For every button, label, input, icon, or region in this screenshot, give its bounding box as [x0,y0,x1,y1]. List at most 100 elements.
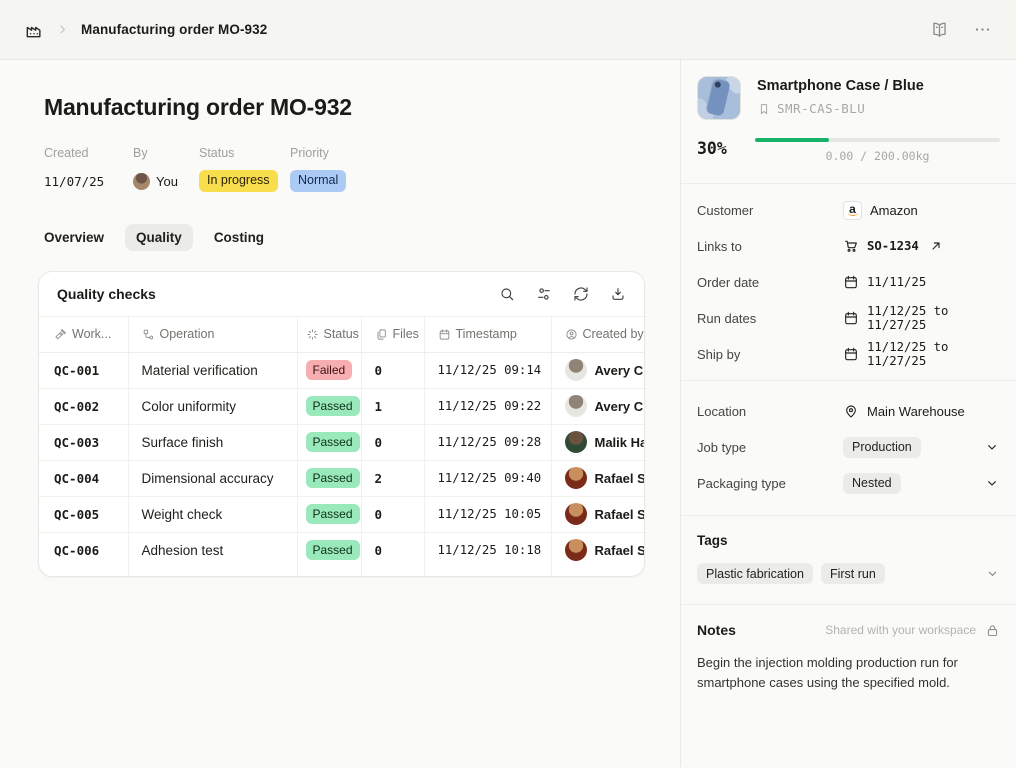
created-by-cell: Avery Che [551,352,644,388]
chevron-down-icon[interactable] [985,566,1000,581]
tab-overview[interactable]: Overview [44,224,104,251]
col-operation[interactable]: Operation [128,317,298,353]
timestamp-cell: 11/12/25 09:14 [424,352,552,388]
progress-bar [755,138,1000,142]
hammer-icon [54,328,67,341]
col-created-by[interactable]: Created by [551,317,644,353]
status-cell: Passed [297,531,362,568]
timestamp-cell: 11/12/25 09:40 [424,459,552,496]
table-row[interactable]: QC-002 Color uniformity Passed 1 11/12/2… [39,387,644,424]
field-job-type: Job type Production [697,429,1000,465]
calendar-icon [438,328,451,341]
meta-label: Created [44,146,89,160]
meta-label: Status [199,146,235,160]
qc-id-cell: QC-006 [39,531,129,568]
chevron-down-icon[interactable] [984,475,1000,491]
field-packaging-type: Packaging type Nested [697,465,1000,501]
topbar: Manufacturing order MO-932 [0,0,1016,60]
order-date-value: 11/11/25 [867,275,927,289]
product-image[interactable] [697,76,741,120]
table-footer-spacer [39,568,644,576]
links-to-value: SO-1234 [867,239,919,253]
files-icon [375,328,388,341]
download-icon[interactable] [610,286,626,302]
chevron-down-icon[interactable] [984,439,1000,455]
progress-percent: 30% [697,139,727,158]
meta-created: Created 11/07/25 [44,146,133,192]
cart-icon [843,238,859,254]
qc-id-cell: QC-005 [39,495,129,532]
avatar [564,503,587,525]
status-cell: Passed [297,387,362,424]
field-links-to: Links to SO-1234 [697,228,1000,264]
card-header: Quality checks [39,272,644,317]
card-title: Quality checks [57,286,156,302]
view-settings-icon[interactable] [536,286,552,302]
factory-icon[interactable] [24,20,44,40]
col-status[interactable]: Status [297,317,362,353]
operation-cell: Adhesion test [128,531,298,568]
status-badge: Passed [305,540,360,561]
table-header-row: Work... Operation Status Files Timestamp… [39,317,644,353]
search-icon[interactable] [499,286,515,302]
docs-book-icon[interactable] [930,20,949,39]
packaging-type-select[interactable]: Nested [843,472,901,494]
files-cell: 0 [361,352,425,388]
lock-icon [985,623,1000,638]
progress-caption: 0.00 / 200.00kg [825,149,930,163]
loader-icon [306,328,319,341]
progress-section: 30% 0.00 / 200.00kg [697,138,1000,163]
status-cell: Passed [297,495,362,532]
page-title: Manufacturing order MO-932 [44,94,352,120]
table-row[interactable]: QC-004 Dimensional accuracy Passed 2 11/… [39,459,644,496]
status-badge: Passed [305,468,360,488]
more-menu-icon[interactable] [973,20,992,39]
notes-section: Notes Shared with your workspace Begin t… [681,604,1016,709]
table-row[interactable]: QC-005 Weight check Passed 0 11/12/25 10… [39,495,644,532]
field-ship-by: Ship by 11/12/25 to 11/27/25 [697,336,1000,372]
operation-cell: Weight check [128,495,298,532]
product-name: Smartphone Case / Blue [757,78,924,94]
qc-id-cell: QC-003 [39,423,129,460]
tab-quality[interactable]: Quality [125,224,193,251]
col-workstation[interactable]: Work... [39,317,129,353]
timestamp-cell: 11/12/25 10:18 [424,531,552,568]
chevron-right-icon [55,22,70,37]
table-row[interactable]: QC-006 Adhesion test Passed 0 11/12/25 1… [39,531,644,568]
table-row[interactable]: QC-001 Material verification Failed 0 11… [39,352,644,388]
meta-by: By You [133,146,199,192]
notes-body[interactable]: Begin the injection molding production r… [697,653,1000,692]
status-cell: Passed [297,459,362,496]
created-by-cell: Rafael Sa [551,459,644,496]
operation-cell: Surface finish [128,423,298,460]
files-cell: 2 [361,459,425,496]
notes-title: Notes [697,622,736,638]
run-dates-value: 11/12/25 to 11/27/25 [867,304,949,332]
logistics-fields-section: Location Main Warehouse Job type Product… [681,380,1016,515]
qc-id-cell: QC-001 [39,352,129,388]
ship-by-value: 11/12/25 to 11/27/25 [867,340,949,368]
progress-fill [755,138,829,142]
order-fields-section: Customer a Amazon Links to SO-1234 Order… [681,183,1016,380]
tag-pill[interactable]: Plastic fabrication [697,563,813,584]
avatar [564,431,587,453]
side-panel: Smartphone Case / Blue SMR-CAS-BLU 30% 0… [680,60,1016,767]
field-location: Location Main Warehouse [697,403,965,419]
operation-cell: Material verification [128,352,298,388]
job-type-select[interactable]: Production [843,436,921,458]
person-circle-icon [565,328,578,341]
table-row[interactable]: QC-003 Surface finish Passed 0 11/12/25 … [39,423,644,460]
status-cell: Failed [297,352,362,388]
created-by-cell: Avery Che [551,387,644,424]
status-badge[interactable]: In progress [199,170,278,192]
refresh-icon[interactable] [573,286,589,302]
col-files[interactable]: Files [361,317,425,353]
tag-pill[interactable]: First run [820,563,885,584]
files-cell: 0 [361,423,425,460]
tab-costing[interactable]: Costing [214,224,264,251]
meta-status: Status In progress [199,146,290,192]
col-timestamp[interactable]: Timestamp [424,317,552,353]
priority-badge[interactable]: Normal [290,170,347,192]
field-customer: Customer a Amazon [697,200,918,220]
workflow-icon [142,328,155,341]
